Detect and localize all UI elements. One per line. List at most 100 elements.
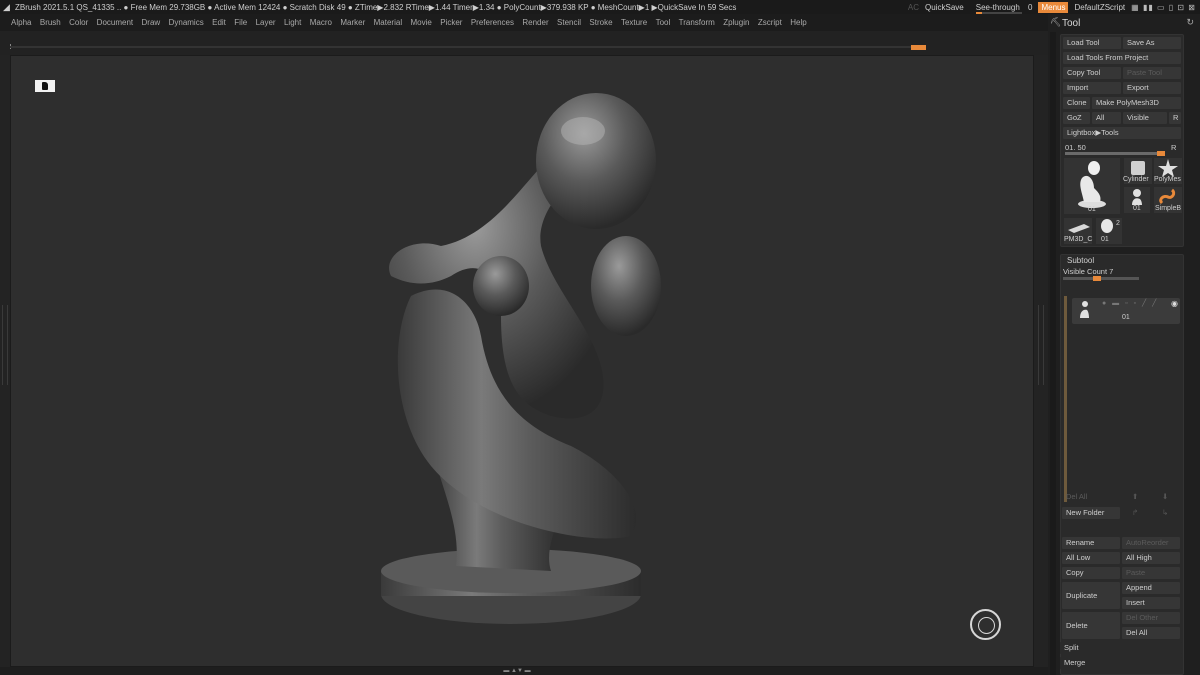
bottom-tray[interactable]: ▬ ▲▼ ▬ <box>0 667 1048 675</box>
menu-document[interactable]: Document <box>97 18 133 27</box>
merge-button[interactable]: Merge <box>1060 657 1182 669</box>
timeline-handle[interactable] <box>911 45 926 50</box>
menu-dynamics[interactable]: Dynamics <box>169 18 204 27</box>
lightbox-tools-button[interactable]: Lightbox▶Tools <box>1063 127 1181 139</box>
palette-refresh-icon[interactable]: ↻ <box>1186 17 1194 28</box>
subtool-eye-icon[interactable]: ◉ <box>1171 299 1178 308</box>
save-as-button[interactable]: Save As <box>1123 37 1181 49</box>
rename-button[interactable]: Rename <box>1062 537 1120 549</box>
menu-light[interactable]: Light <box>284 18 301 27</box>
head-tool-thumb[interactable]: 01 2 <box>1095 217 1123 245</box>
small-tool-thumb[interactable]: 01 <box>1123 186 1151 214</box>
menu-edit[interactable]: Edit <box>212 18 226 27</box>
menu-render[interactable]: Render <box>522 18 548 27</box>
export-button[interactable]: Export <box>1123 82 1181 94</box>
delete-button[interactable]: Delete <box>1062 612 1120 639</box>
goz-all-button[interactable]: All <box>1092 112 1121 124</box>
split-button[interactable]: Split <box>1060 642 1182 654</box>
sculpt-model[interactable] <box>371 86 671 656</box>
del-all-button[interactable]: Del All <box>1062 491 1120 503</box>
menu-movie[interactable]: Movie <box>410 18 431 27</box>
left-tray[interactable] <box>0 55 10 667</box>
autoreorder-button[interactable]: AutoReorder <box>1122 537 1180 549</box>
load-tools-from-project-button[interactable]: Load Tools From Project <box>1063 52 1181 64</box>
timeline-track[interactable] <box>10 46 926 48</box>
subtool-scrollbar[interactable] <box>1064 296 1067 502</box>
window-layout-icons[interactable]: ▦ ▮▮ ▭ ▯ ⊡ ⊠ <box>1131 3 1196 12</box>
clone-button[interactable]: Clone <box>1063 97 1090 109</box>
ac-button[interactable]: AC <box>908 3 919 12</box>
all-low-button[interactable]: All Low <box>1062 552 1120 564</box>
menu-material[interactable]: Material <box>374 18 402 27</box>
tool-slider-r[interactable]: R <box>1171 143 1176 152</box>
polymesh-tool-thumb[interactable]: PolyMes <box>1153 157 1183 185</box>
bottom-tray-arrows-icon[interactable]: ▬ ▲▼ ▬ <box>482 667 552 675</box>
head-tool-label: 01 <box>1101 236 1109 243</box>
make-polymesh-button[interactable]: Make PolyMesh3D <box>1092 97 1181 109</box>
move-up-icon[interactable]: ⬆ <box>1132 492 1138 501</box>
cylinder-tool-thumb[interactable]: Cylinder <box>1123 157 1153 185</box>
palette-handle-icon[interactable]: ⛏ <box>1050 17 1061 28</box>
menu-layer[interactable]: Layer <box>256 18 276 27</box>
default-zscript-button[interactable]: DefaultZScript <box>1074 3 1125 12</box>
cylinder-icon <box>1131 161 1145 175</box>
menu-help[interactable]: Help <box>790 18 806 27</box>
menu-transform[interactable]: Transform <box>679 18 715 27</box>
menu-marker[interactable]: Marker <box>340 18 365 27</box>
subtool-item[interactable]: ◉ ● ▬ ▫ ▫ ╱ ╱ 01 <box>1072 298 1180 324</box>
append-button[interactable]: Append <box>1122 582 1180 594</box>
new-folder-button[interactable]: New Folder <box>1062 507 1120 519</box>
paste-tool-button[interactable]: Paste Tool <box>1123 67 1181 79</box>
copy-tool-button[interactable]: Copy Tool <box>1063 67 1121 79</box>
current-tool-thumb[interactable]: 01 <box>1063 157 1121 215</box>
import-button[interactable]: Import <box>1063 82 1121 94</box>
undo-arrow-icon[interactable]: ↳ <box>1162 508 1168 517</box>
menus-toggle-button[interactable]: Menus <box>1038 1 1069 13</box>
menu-file[interactable]: File <box>234 18 247 27</box>
see-through-slider[interactable]: See-through 0 <box>975 3 1032 14</box>
menu-tool[interactable]: Tool <box>656 18 671 27</box>
simplebrush-tool-thumb[interactable]: SimpleB <box>1153 186 1183 214</box>
tool-palette-header[interactable]: ⛏ Tool ↻ <box>1048 14 1200 32</box>
menu-stroke[interactable]: Stroke <box>589 18 612 27</box>
load-tool-button[interactable]: Load Tool <box>1063 37 1121 49</box>
menu-brush[interactable]: Brush <box>40 18 61 27</box>
subtool-title[interactable]: Subtool <box>1067 256 1094 265</box>
del-other-button[interactable]: Del Other <box>1122 612 1180 624</box>
goz-button[interactable]: GoZ <box>1063 112 1090 124</box>
paste-button[interactable]: Paste <box>1122 567 1180 579</box>
palette-scroll-rail[interactable] <box>1050 32 1056 675</box>
menu-color[interactable]: Color <box>69 18 88 27</box>
floor-gizmo-icon[interactable] <box>970 609 1001 640</box>
right-tray[interactable] <box>1034 55 1048 667</box>
document-canvas[interactable] <box>10 55 1034 667</box>
right-tray-grip[interactable] <box>1038 305 1044 385</box>
perspective-icon[interactable] <box>35 80 55 92</box>
goz-visible-button[interactable]: Visible <box>1123 112 1167 124</box>
menu-picker[interactable]: Picker <box>440 18 462 27</box>
del-all-bottom-button[interactable]: Del All <box>1122 627 1180 639</box>
menu-stencil[interactable]: Stencil <box>557 18 581 27</box>
pm3d-tool-thumb[interactable]: PM3D_C <box>1063 217 1093 245</box>
all-high-button[interactable]: All High <box>1122 552 1180 564</box>
menu-texture[interactable]: Texture <box>621 18 647 27</box>
goz-r-button[interactable]: R <box>1169 112 1181 124</box>
menu-alpha[interactable]: Alpha <box>11 18 31 27</box>
menu-macro[interactable]: Macro <box>310 18 332 27</box>
left-tray-grip[interactable] <box>2 305 8 385</box>
menu-zscript[interactable]: Zscript <box>758 18 782 27</box>
tool-slider[interactable] <box>1065 151 1165 156</box>
insert-button[interactable]: Insert <box>1122 597 1180 609</box>
menu-zplugin[interactable]: Zplugin <box>723 18 749 27</box>
quicksave-button[interactable]: QuickSave <box>925 3 964 12</box>
move-down-icon[interactable]: ⬇ <box>1162 492 1168 501</box>
subtool-controls-icons[interactable]: ● ▬ ▫ ▫ ╱ ╱ <box>1102 299 1158 307</box>
duplicate-button[interactable]: Duplicate <box>1062 582 1120 609</box>
tool-slider-knob[interactable] <box>1157 151 1165 156</box>
redo-arrow-icon[interactable]: ↱ <box>1132 508 1138 517</box>
copy-button[interactable]: Copy <box>1062 567 1120 579</box>
visible-count-slider[interactable] <box>1063 276 1139 281</box>
menu-draw[interactable]: Draw <box>142 18 161 27</box>
visible-count-knob[interactable] <box>1093 276 1101 281</box>
menu-preferences[interactable]: Preferences <box>471 18 514 27</box>
